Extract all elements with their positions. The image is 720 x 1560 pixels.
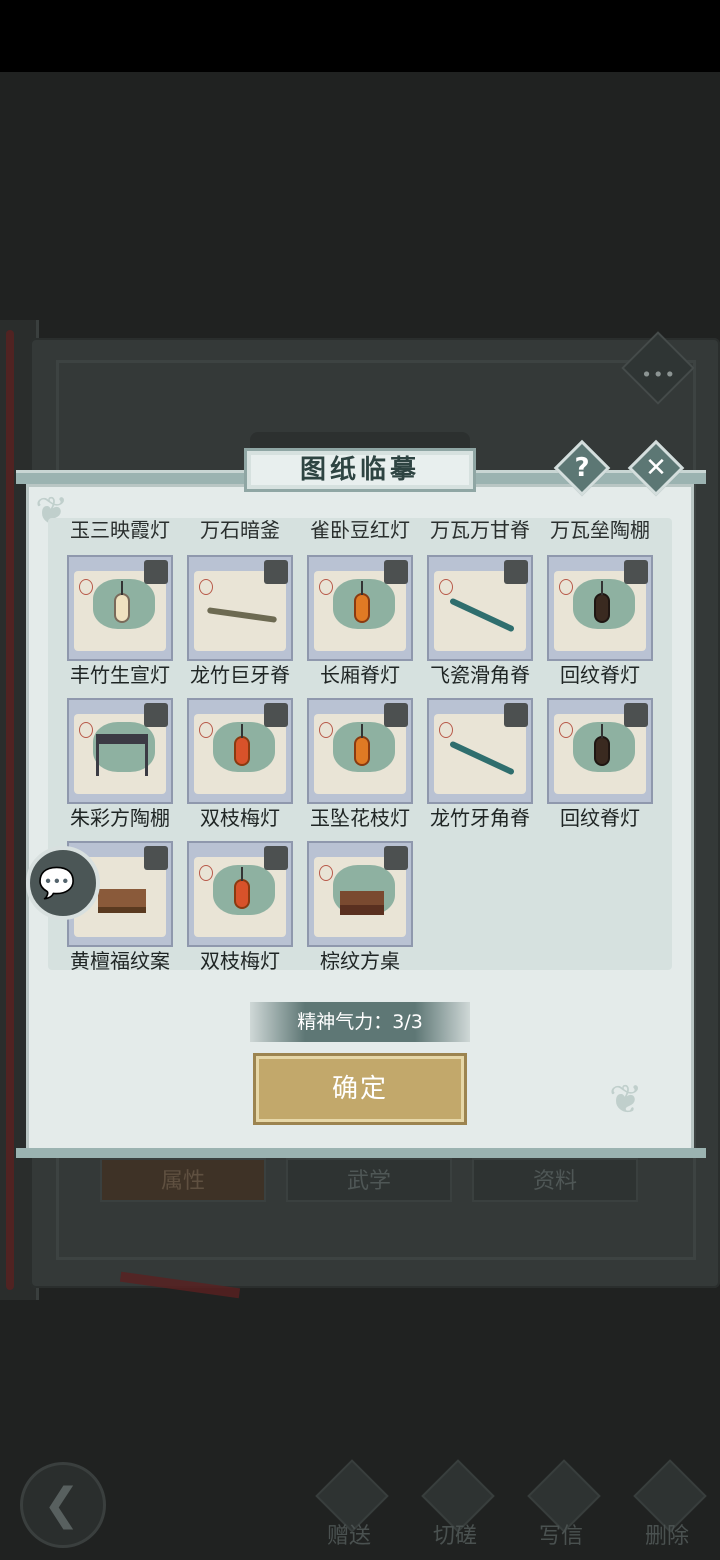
selection-checkbox[interactable] [384,703,408,727]
blueprint-card[interactable]: 回纹脊灯 [547,555,653,687]
confirm-button[interactable]: 确定 [256,1056,464,1122]
blueprint-name: 黄檀福纹案 [70,949,170,970]
gift-button[interactable]: 赠送 [304,1459,394,1550]
red-lantern-icon [189,865,295,925]
blueprint-card[interactable]: 长厢脊灯 [307,555,413,687]
blueprint-card[interactable]: 飞瓷滑角脊 [427,555,533,687]
teal-ridge-icon [429,579,535,639]
blueprint-name: 长厢脊灯 [320,663,400,687]
blueprint-name: 飞瓷滑角脊 [430,663,530,687]
help-icon: ? [574,453,590,483]
selection-checkbox[interactable] [504,703,528,727]
blueprint-card[interactable]: 龙竹巨牙脊 [187,555,293,687]
blueprint-name: 回纹脊灯 [560,663,640,687]
bamboo-decoration-icon: ❦ [609,1077,643,1123]
selection-checkbox[interactable] [264,703,288,727]
spar-button[interactable]: 切磋 [410,1459,500,1550]
blueprint-card[interactable]: 双枝梅灯 [187,698,293,830]
chat-button[interactable]: 💬 [26,846,100,920]
dialog-title: 图纸临摹 [244,448,476,492]
blueprint-thumbnail [547,555,653,661]
blueprint-name: 棕纹方桌 [320,949,400,970]
blueprint-name: 龙竹牙角脊 [430,806,530,830]
blueprint-thumbnail [187,698,293,804]
chat-icon: 💬 [38,866,76,901]
item-name-partial: 玉三映霞灯 [70,518,170,542]
item-name-partial: 万瓦万甘脊 [430,518,530,542]
orange-lantern-icon [309,722,415,782]
dark-lantern-icon [549,579,655,639]
table-icon [309,865,415,925]
tab-information[interactable]: 资料 [472,1158,638,1202]
selection-checkbox[interactable] [264,846,288,870]
blueprint-name: 朱彩方陶棚 [70,806,170,830]
bamboo-beam-icon [189,579,295,639]
blueprint-card[interactable]: 棕纹方桌 [307,841,413,970]
selection-checkbox[interactable] [144,560,168,584]
blueprint-thumbnail [67,555,173,661]
delete-button[interactable]: 删除 [622,1459,712,1550]
blueprint-name: 丰竹生宣灯 [70,663,170,687]
blueprint-card[interactable]: 玉坠花枝灯 [307,698,413,830]
selection-checkbox[interactable] [144,703,168,727]
letter-label: 写信 [538,1524,583,1549]
blueprint-card[interactable]: 双枝梅灯 [187,841,293,970]
back-arrow-icon: ❮ [43,1479,80,1530]
blueprint-card[interactable]: 朱彩方陶棚 [67,698,173,830]
stamina-indicator: 精神气力：3/3 [250,1002,470,1042]
letter-button[interactable]: 写信 [516,1459,606,1550]
blueprint-name: 玉坠花枝灯 [310,806,410,830]
blueprint-card[interactable]: 丰竹生宣灯 [67,555,173,687]
teal-ridge-icon [429,722,535,782]
selection-checkbox[interactable] [504,560,528,584]
dark-lantern-icon [549,722,655,782]
blueprint-name: 双枝梅灯 [200,949,280,970]
dialog-bottom-border [16,1148,706,1158]
blueprint-name: 回纹脊灯 [560,806,640,830]
item-name-partial: 万瓦垒陶棚 [550,518,650,542]
tab-attributes[interactable]: 属性 [100,1158,266,1202]
orange-lantern-icon [309,579,415,639]
gift-label: 赠送 [326,1524,371,1549]
spar-label: 切磋 [432,1524,477,1549]
selection-checkbox[interactable] [384,846,408,870]
selection-checkbox[interactable] [384,560,408,584]
delete-label: 删除 [644,1524,689,1549]
blueprint-thumbnail [67,698,173,804]
blueprint-thumbnail [427,698,533,804]
blueprint-thumbnail [307,841,413,947]
status-bar [0,0,720,72]
blueprint-thumbnail [307,555,413,661]
selection-checkbox[interactable] [624,560,648,584]
scrolled-row-partial: 玉三映霞灯 万石暗釜 雀卧豆红灯 万瓦万甘脊 万瓦垒陶棚 [48,518,672,542]
book-ribbon [6,330,14,1290]
tab-martial-arts[interactable]: 武学 [286,1158,452,1202]
close-icon: ✕ [645,453,667,483]
blueprint-name: 双枝梅灯 [200,806,280,830]
item-name-partial: 雀卧豆红灯 [310,518,410,542]
selection-checkbox[interactable] [624,703,648,727]
blueprint-thumbnail [547,698,653,804]
blueprint-thumbnail [187,841,293,947]
blueprint-thumbnail [427,555,533,661]
item-name-partial: 万石暗釜 [200,518,280,542]
pavilion-icon [69,722,175,782]
blueprint-name: 龙竹巨牙脊 [190,663,290,687]
red-lantern-icon [189,722,295,782]
pale-lantern-icon [69,579,175,639]
blueprint-thumbnail [307,698,413,804]
blueprint-grid[interactable]: 玉三映霞灯 万石暗釜 雀卧豆红灯 万瓦万甘脊 万瓦垒陶棚 丰竹生宣灯 龙竹巨牙脊… [48,518,672,970]
selection-checkbox[interactable] [144,846,168,870]
blueprint-card[interactable]: 回纹脊灯 [547,698,653,830]
selection-checkbox[interactable] [264,560,288,584]
background-tabs: 属性 武学 资料 [100,1158,640,1202]
blueprint-thumbnail [187,555,293,661]
back-button[interactable]: ❮ [20,1462,106,1548]
blueprint-card[interactable]: 龙竹牙角脊 [427,698,533,830]
